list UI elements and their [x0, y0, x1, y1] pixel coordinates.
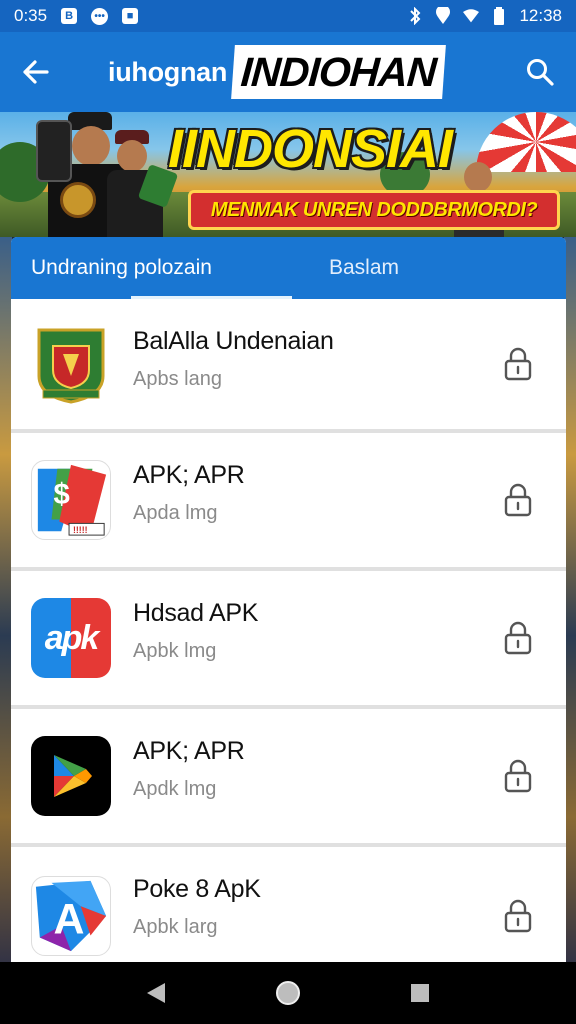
- item-title: Hdsad APK: [133, 599, 259, 627]
- tab-secondary[interactable]: Baslam: [293, 237, 399, 299]
- lock-icon[interactable]: [504, 347, 532, 381]
- apk-logo-text: apk: [44, 618, 100, 657]
- lock-icon[interactable]: [504, 899, 532, 933]
- nav-home-button[interactable]: [268, 973, 308, 1013]
- square-notification-icon: ■: [122, 8, 139, 24]
- item-text: APK; APR Apda lmg: [133, 461, 245, 525]
- item-title: APK; APR: [133, 461, 245, 489]
- banner-ribbon: MENMAK UNREN DODDBRMORDI?: [188, 190, 560, 230]
- list-item[interactable]: apk Hdsad APK Apbk lmg: [11, 571, 566, 709]
- banner-ribbon-text: MENMAK UNREN DODDBRMORDI?: [210, 198, 538, 221]
- a-letter-icon: A: [31, 876, 111, 956]
- emblem-icon: [31, 324, 111, 404]
- item-subtitle: Apdk lmg: [133, 778, 217, 800]
- play-store-icon: [31, 736, 111, 816]
- status-right: 12:38: [407, 6, 562, 26]
- promo-banner[interactable]: IINDONSIAI MENMAK UNREN DODDBRMORDI?: [0, 112, 576, 237]
- status-time-right: 12:38: [519, 6, 562, 25]
- list-item[interactable]: BalAlla Undenaian Apbs lang: [11, 299, 566, 433]
- b-notification-icon: B: [61, 8, 78, 24]
- dollar-glyph: $: [53, 479, 69, 511]
- lock-icon[interactable]: [504, 621, 532, 655]
- chat-bubble-icon: •••: [91, 7, 109, 25]
- arrow-left-icon: [23, 60, 49, 84]
- system-nav-bar: [0, 962, 576, 1024]
- apps-card: Undraning polozain Baslam BalAlla Undena…: [11, 237, 566, 962]
- item-subtitle: Apbs lang: [133, 368, 222, 390]
- nav-back-button[interactable]: [136, 973, 176, 1013]
- nav-recents-button[interactable]: [400, 973, 440, 1013]
- circle-home-icon: [276, 981, 300, 1005]
- item-title: APK; APR: [133, 737, 245, 765]
- status-bar: 0:35 B ••• ■ 12:38: [0, 0, 576, 32]
- app-title-badge: INDIOHAN: [231, 45, 446, 99]
- item-text: Poke 8 ApK Apbk larg: [133, 875, 261, 939]
- lock-icon[interactable]: [504, 483, 532, 517]
- list-item[interactable]: A Poke 8 ApK Apbk larg: [11, 847, 566, 962]
- triangle-back-icon: [147, 983, 165, 1003]
- item-subtitle: Apbk lmg: [133, 640, 217, 662]
- back-button[interactable]: [0, 32, 70, 112]
- app-list: BalAlla Undenaian Apbs lang $ !!!!! APK;…: [11, 299, 566, 962]
- status-left: 0:35 B ••• ■: [14, 6, 139, 26]
- banner-person-head: [464, 162, 492, 192]
- banner-person-second: [105, 130, 179, 237]
- search-button[interactable]: [522, 54, 558, 90]
- item-subtitle: Apda lmg: [133, 502, 218, 524]
- tab-bar: Undraning polozain Baslam: [11, 237, 566, 299]
- bluetooth-icon: [407, 7, 423, 25]
- dollar-card-icon: $ !!!!!: [31, 460, 111, 540]
- a-letter-glyph: A: [53, 896, 84, 944]
- banner-medal: [60, 182, 96, 218]
- apk-logo-icon: apk: [31, 598, 111, 678]
- item-text: Hdsad APK Apbk lmg: [133, 599, 258, 663]
- status-time-left: 0:35: [14, 6, 48, 25]
- svg-text:!!!!!: !!!!!: [73, 525, 88, 535]
- lock-icon[interactable]: [504, 759, 532, 793]
- banner-phone: [36, 120, 72, 182]
- app-title: iuhognan: [108, 56, 228, 87]
- app-bar: iuhognan INDIOHAN: [0, 32, 576, 112]
- item-subtitle: Apbk larg: [133, 916, 218, 938]
- item-text: BalAlla Undenaian Apbs lang: [133, 327, 334, 391]
- item-title: Poke 8 ApK: [133, 875, 261, 903]
- wifi-icon: [463, 8, 480, 24]
- list-item[interactable]: APK; APR Apdk lmg: [11, 709, 566, 847]
- tab-primary[interactable]: Undraning polozain: [11, 237, 293, 299]
- square-recents-icon: [411, 984, 429, 1002]
- search-icon: [527, 59, 554, 86]
- list-item[interactable]: $ !!!!! APK; APR Apda lmg: [11, 433, 566, 571]
- battery-icon: [491, 7, 507, 25]
- location-icon: [435, 7, 451, 24]
- item-title: BalAlla Undenaian: [133, 327, 334, 355]
- banner-headline: IINDONSIAI: [168, 119, 453, 179]
- banner-person-head: [117, 140, 147, 172]
- item-text: APK; APR Apdk lmg: [133, 737, 245, 801]
